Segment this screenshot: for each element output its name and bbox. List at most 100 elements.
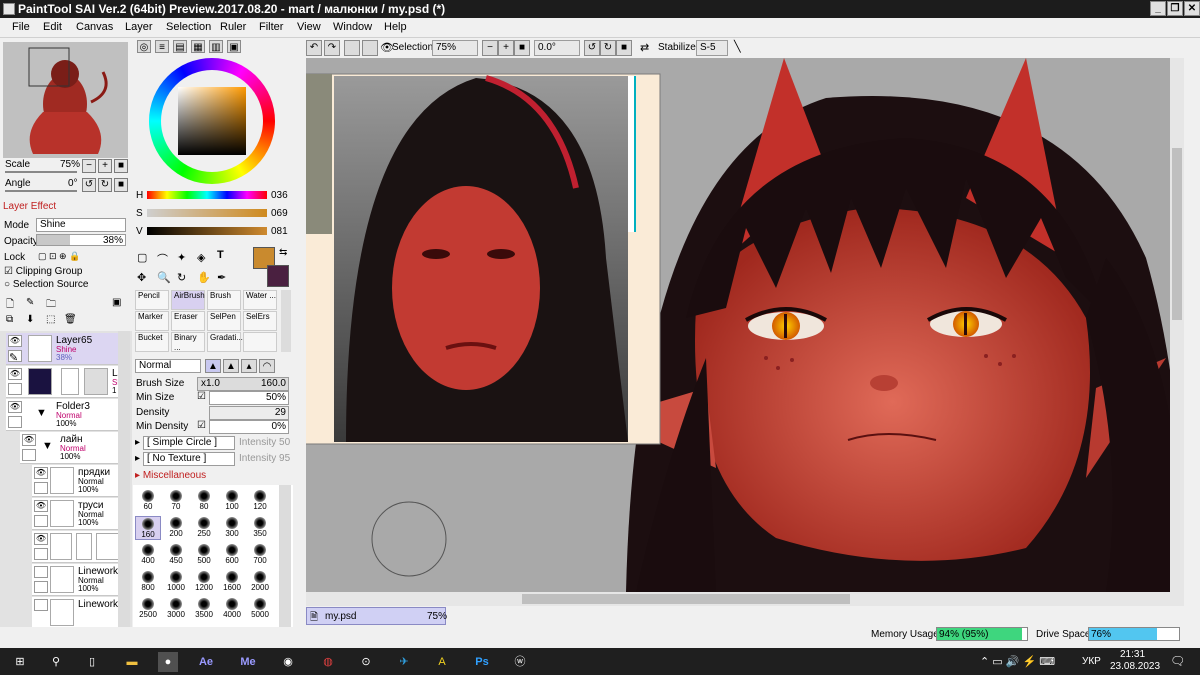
menu-selection[interactable]: Selection [166, 21, 211, 33]
clipping-group-checkbox[interactable]: ☑ Clipping Group [4, 266, 82, 277]
magic-wand-icon[interactable]: ✦ [177, 251, 186, 264]
sai-icon[interactable]: ● [158, 652, 178, 672]
blend-mode-dropdown[interactable]: Shine [36, 218, 126, 232]
tool-scrollbar[interactable] [281, 290, 291, 352]
after-effects-icon[interactable]: Ae [196, 652, 216, 672]
brush-size-option[interactable]: 60 [135, 489, 161, 513]
visibility-eye-icon[interactable]: 👁 [8, 335, 22, 347]
brush-size-option[interactable]: 200 [163, 516, 189, 540]
min-size-checkbox[interactable]: ☑ [197, 391, 206, 402]
brush-size-option[interactable]: 1200 [191, 570, 217, 594]
expand-shape-icon[interactable]: ▸ [135, 437, 140, 448]
visibility-eye-icon[interactable]: 👁 [34, 533, 48, 545]
deselect-button[interactable] [344, 40, 360, 56]
brush-lock-icon[interactable]: ✎ [8, 350, 22, 364]
angle-dropdown[interactable]: 0.0° [534, 40, 580, 56]
search-icon[interactable]: ⚲ [46, 652, 66, 672]
tool-bucket[interactable]: Bucket [135, 332, 169, 352]
brush-size-option[interactable]: 2500 [135, 597, 161, 621]
menu-view[interactable]: View [297, 21, 321, 33]
visibility-eye-icon[interactable]: 👁 [8, 401, 22, 413]
visibility-eye-icon[interactable]: 👁 [8, 368, 22, 380]
nav-rotate-reset-button[interactable]: ■ [114, 178, 128, 192]
brush-size-option[interactable]: 700 [247, 543, 273, 567]
hand-icon[interactable]: ✋ [197, 271, 211, 284]
notifications-icon[interactable]: 🗨 [1170, 654, 1185, 668]
bucket-icon[interactable]: ◈ [197, 251, 205, 264]
nav-zoom-in-button[interactable]: + [98, 159, 112, 173]
task-view-icon[interactable]: ▯ [82, 652, 102, 672]
layer-item[interactable]: 👁 [32, 531, 130, 563]
visibility-eye-icon[interactable]: 👁 [22, 434, 36, 446]
app-icon-obs[interactable]: ⊙ [356, 652, 376, 672]
brush-shape-dropdown[interactable]: [ Simple Circle ] [143, 436, 235, 450]
tool-brush[interactable]: Brush [207, 290, 241, 310]
scratchpad-tab[interactable]: ▥ [209, 40, 223, 53]
tool-eraser[interactable]: Eraser [171, 311, 205, 331]
zoom-reset-button[interactable]: ■ [514, 40, 530, 56]
visibility-eye-icon[interactable] [34, 566, 48, 578]
zoom-in-button[interactable]: + [498, 40, 514, 56]
tool-gradation[interactable]: Gradati... [207, 332, 243, 352]
min-density-slider[interactable]: 0% [209, 420, 289, 434]
tool-binary[interactable]: Binary ... [171, 332, 205, 352]
brush-size-option[interactable]: 2000 [247, 570, 273, 594]
visibility-eye-icon[interactable] [34, 599, 48, 611]
clock-time[interactable]: 21:31 [1120, 649, 1145, 660]
new-layer-icon[interactable]: 🗋 [6, 297, 14, 314]
invert-selection-button[interactable] [362, 40, 378, 56]
tip-hard-icon[interactable]: ▲ [205, 359, 221, 373]
app-icon-w[interactable]: ⓦ [510, 652, 530, 672]
layer-mask-icon[interactable]: ▣ [112, 297, 121, 308]
layer-item[interactable]: 👁 прядки Normal 100% [32, 465, 130, 497]
brush-size-option[interactable]: 160 [135, 516, 161, 540]
document-tab[interactable]: 🗎 my.psd 75% [306, 607, 447, 625]
menu-edit[interactable]: Edit [43, 21, 62, 33]
tray-icons[interactable]: ⌃ ▭ 🔊 ⚡ ⌨ [980, 655, 1055, 668]
lock-box[interactable] [34, 482, 48, 494]
angle-slider[interactable] [5, 190, 77, 192]
saturation-value-square[interactable] [178, 87, 246, 155]
app-icon-a[interactable]: A [432, 652, 452, 672]
secondary-color-swatch[interactable] [267, 265, 289, 287]
tip-soft-icon[interactable]: ▴ [241, 359, 257, 373]
brush-size-option[interactable]: 600 [219, 543, 245, 567]
folder-expand-icon[interactable]: ▼ [36, 407, 47, 419]
hsv-slider-tab[interactable]: ▤ [173, 40, 187, 53]
min-size-slider[interactable]: 50% [209, 391, 289, 405]
brush-size-option[interactable]: 500 [191, 543, 217, 567]
navigator-preview[interactable] [3, 42, 128, 158]
expand-texture-icon[interactable]: ▸ [135, 453, 140, 464]
folder-item[interactable]: 👁 ▼ Folder3 Normal 100% [6, 399, 130, 431]
tool-water[interactable]: Water ... [243, 290, 277, 310]
visibility-eye-icon[interactable]: 👁 [34, 467, 48, 479]
value-slider[interactable] [147, 227, 267, 235]
brush-size-option[interactable]: 5000 [247, 597, 273, 621]
brush-size-option[interactable]: 350 [247, 516, 273, 540]
visibility-eye-icon[interactable]: 👁 [34, 500, 48, 512]
vertical-scrollbar[interactable] [1170, 58, 1184, 592]
text-tool-icon[interactable]: T [217, 249, 224, 261]
delete-layer-icon[interactable]: 🗑 [64, 314, 77, 325]
brush-size-option[interactable]: 80 [191, 489, 217, 513]
lock-box[interactable] [8, 416, 22, 428]
misc-toggle[interactable]: ▸ Miscellaneous [135, 470, 206, 481]
menu-filter[interactable]: Filter [259, 21, 283, 33]
brush-size-option[interactable]: 450 [163, 543, 189, 567]
nav-zoom-out-button[interactable]: − [82, 159, 96, 173]
brush-size-option[interactable]: 3500 [191, 597, 217, 621]
color-mode-tabs[interactable]: ◎ ≡ ▤ ▦ ▥ ▣ [137, 40, 241, 54]
close-button[interactable]: ✕ [1184, 1, 1200, 16]
layer-effect-title[interactable]: Layer Effect [3, 201, 56, 212]
canvas-area[interactable] [306, 58, 1184, 592]
brush-size-option[interactable]: 300 [219, 516, 245, 540]
color-wheel-tab[interactable]: ◎ [137, 40, 151, 53]
copy-layer-icon[interactable]: ⧉ [6, 314, 13, 325]
brush-size-option[interactable]: 250 [191, 516, 217, 540]
brush-size-option[interactable]: 100 [219, 489, 245, 513]
swap-colors-icon[interactable]: ⇆ [279, 247, 287, 258]
photoshop-icon[interactable]: Ps [472, 652, 492, 672]
layer-item[interactable]: 👁 ✎ Layer65 Shine 38% [6, 333, 130, 365]
lock-box[interactable] [34, 581, 48, 593]
flip-icon[interactable]: ⇄ [640, 41, 649, 54]
